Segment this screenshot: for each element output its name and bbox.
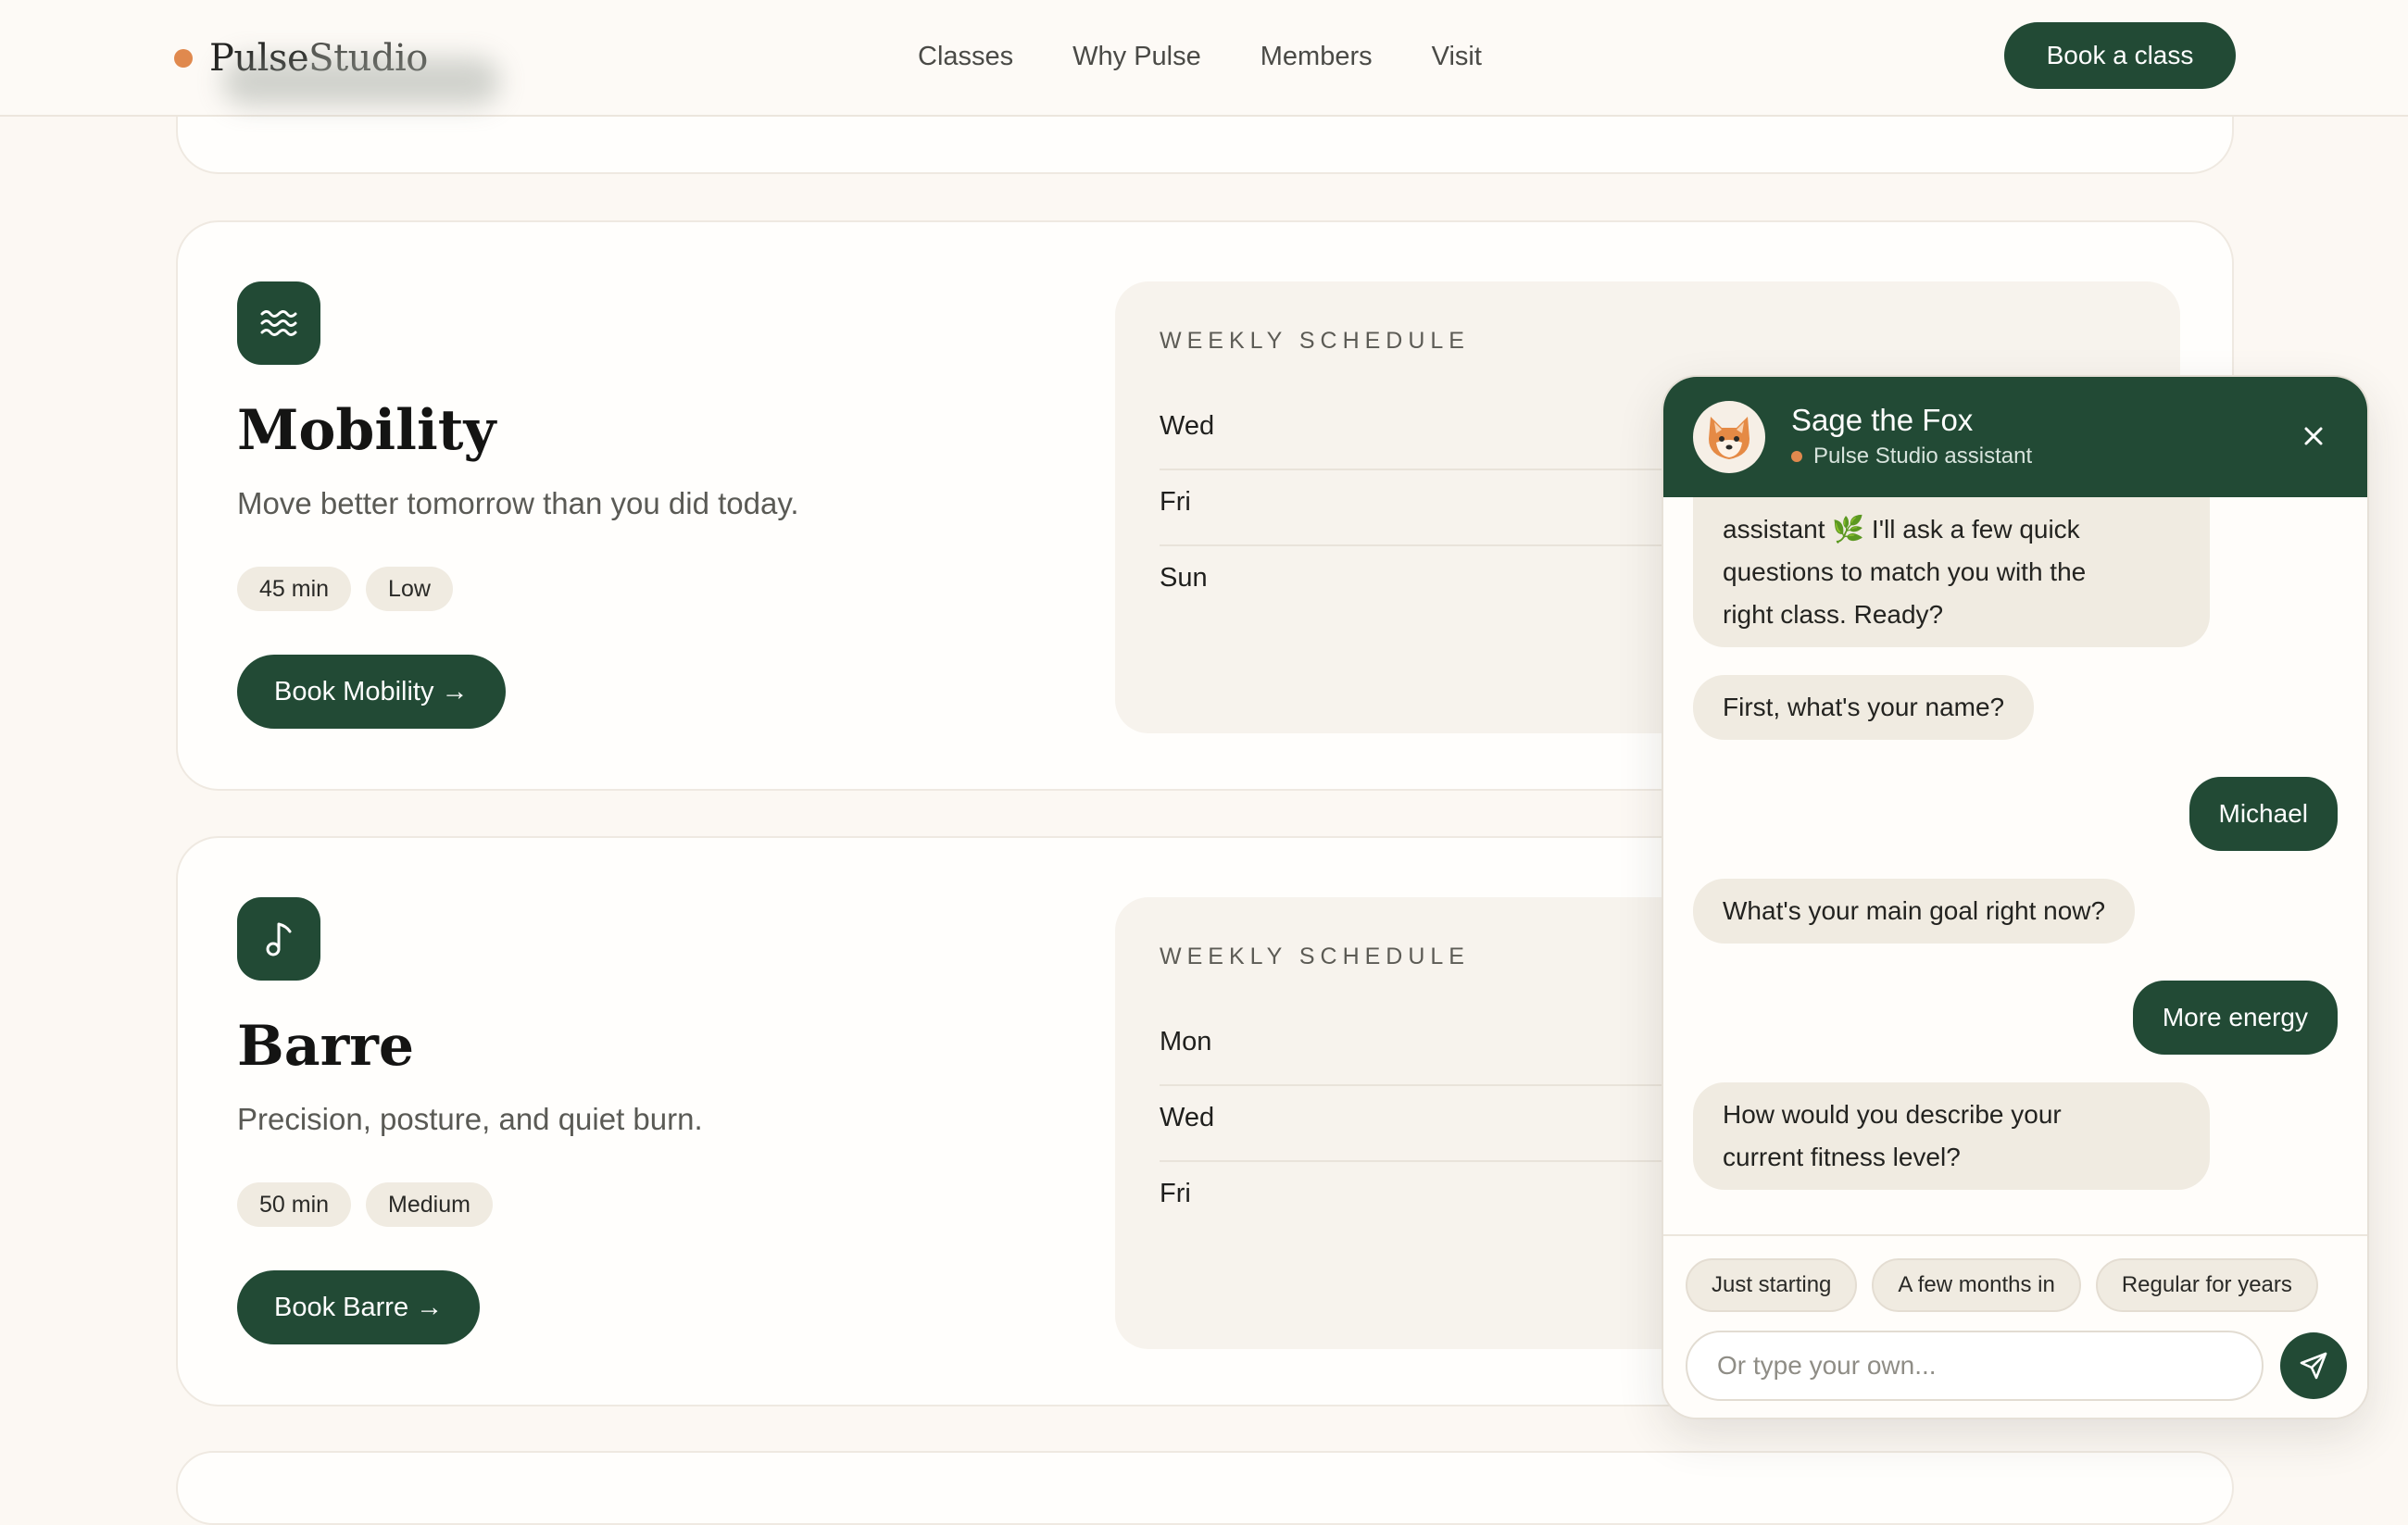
chat-input[interactable] <box>1686 1331 2264 1401</box>
chat-subtitle: Pulse Studio assistant <box>1791 444 2032 469</box>
fox-icon <box>1693 401 1765 473</box>
book-mobility-button[interactable]: Book Mobility → <box>237 655 506 729</box>
online-status-icon <box>1791 451 1802 462</box>
bot-message: First, what's your name? <box>1693 675 2035 740</box>
class-description: Move better tomorrow than you did today. <box>237 486 799 520</box>
quick-reply-few-months[interactable]: A few months in <box>1872 1258 2081 1312</box>
close-icon <box>2304 427 2323 445</box>
duration-badge: 45 min <box>237 567 352 611</box>
chat-title: Sage the Fox <box>1791 403 1974 437</box>
class-card-next <box>176 1451 2234 1525</box>
book-a-class-button[interactable]: Book a class <box>2004 22 2236 89</box>
class-tags: 45 min Low <box>237 567 468 611</box>
nav-visit[interactable]: Visit <box>1432 37 1482 76</box>
nav-classes[interactable]: Classes <box>918 37 1013 76</box>
quick-replies: Just starting A few months in Regular fo… <box>1686 1258 2333 1312</box>
duration-badge: 50 min <box>237 1182 352 1227</box>
user-message: More energy <box>2132 981 2338 1055</box>
nav-why-pulse[interactable]: Why Pulse <box>1072 37 1201 76</box>
site-header: PulseStudio Classes Why Pulse Members Vi… <box>0 0 2408 117</box>
quick-reply-regular[interactable]: Regular for years <box>2095 1258 2318 1312</box>
chat-header: Sage the Fox Pulse Studio assistant <box>1663 377 2367 497</box>
bot-message: What's your main goal right now? <box>1693 879 2136 944</box>
intensity-badge: Medium <box>366 1182 493 1227</box>
chat-footer: Just starting A few months in Regular fo… <box>1663 1234 2367 1418</box>
chat-widget: Sage the Fox Pulse Studio assistant assi… <box>1662 375 2369 1419</box>
class-description: Precision, posture, and quiet burn. <box>237 1102 703 1136</box>
send-icon <box>2300 1352 2327 1380</box>
intensity-badge: Low <box>366 567 453 611</box>
class-title: Barre <box>237 1014 414 1079</box>
main-nav: Classes Why Pulse Members Visit <box>918 37 1541 76</box>
close-chat-button[interactable] <box>2295 418 2332 455</box>
chat-messages[interactable]: assistant 🌿 I'll ask a few quick questio… <box>1663 497 2367 1234</box>
bot-message: How would you describe your current fitn… <box>1693 1082 2210 1190</box>
send-button[interactable] <box>2280 1332 2347 1399</box>
class-title: Mobility <box>237 398 496 463</box>
class-tags: 50 min Medium <box>237 1182 508 1227</box>
waves-icon <box>237 281 320 365</box>
schedule-label: WEEKLY SCHEDULE <box>1160 944 1470 969</box>
nav-members[interactable]: Members <box>1260 37 1373 76</box>
book-barre-button[interactable]: Book Barre → <box>237 1270 481 1344</box>
logo-dot-icon <box>174 49 193 68</box>
music-note-icon <box>237 897 320 981</box>
quick-reply-just-starting[interactable]: Just starting <box>1686 1258 1858 1312</box>
user-message: Michael <box>2189 777 2338 851</box>
bot-message: assistant 🌿 I'll ask a few quick questio… <box>1693 497 2210 647</box>
schedule-label: WEEKLY SCHEDULE <box>1160 328 1470 354</box>
blurred-overlay <box>222 57 500 106</box>
